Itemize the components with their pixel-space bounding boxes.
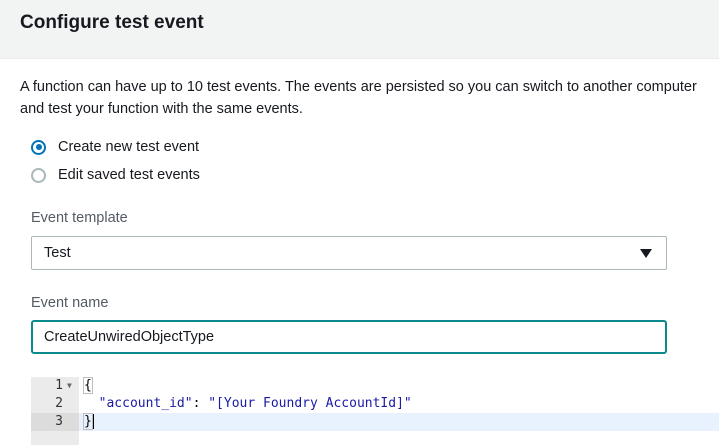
modal-title: Configure test event [20, 12, 204, 33]
code-editor[interactable]: 1 ▼ { 2 "account_id": "[Your Foundry Acc… [31, 377, 719, 445]
code-line-active: 3 } [31, 413, 719, 431]
code-text: { [83, 377, 93, 395]
event-name-input[interactable] [31, 320, 667, 354]
radio-create-new-event[interactable]: Create new test event [31, 136, 199, 158]
line-number: 1 [55, 378, 63, 393]
description-line-1: A function can have up to 10 test events… [20, 79, 697, 95]
line-number: 2 [55, 396, 63, 411]
code-line: 2 "account_id": "[Your Foundry AccountId… [31, 395, 719, 413]
line-number: 3 [55, 414, 63, 429]
event-template-label: Event template [31, 210, 128, 226]
code-text: } [83, 413, 94, 431]
code-bracket: } [83, 413, 93, 430]
text-cursor [92, 414, 94, 429]
event-template-value: Test [44, 245, 71, 261]
event-name-label: Event name [31, 295, 109, 311]
description-line-2: and test your function with the same eve… [20, 101, 303, 117]
fold-arrow-icon[interactable]: ▼ [67, 377, 72, 395]
code-value: "[Your Foundry AccountId]" [208, 396, 412, 411]
code-separator: : [192, 396, 209, 411]
radio-label: Create new test event [58, 139, 200, 155]
code-text: "account_id": "[Your Foundry AccountId]" [83, 395, 412, 413]
caret-down-icon [640, 249, 652, 258]
code-key: "account_id" [98, 396, 193, 411]
radio-label: Edit saved test events [58, 167, 200, 183]
event-template-select[interactable]: Test [31, 236, 667, 270]
modal-header: Configure test event [0, 0, 719, 59]
code-line: 1 ▼ { [31, 377, 719, 395]
code-bracket: { [83, 377, 93, 394]
radio-button-selected-icon[interactable] [31, 139, 46, 155]
radio-button-icon[interactable] [31, 167, 46, 183]
radio-edit-saved-events[interactable]: Edit saved test events [31, 164, 200, 186]
description: A function can have up to 10 test events… [20, 76, 719, 120]
